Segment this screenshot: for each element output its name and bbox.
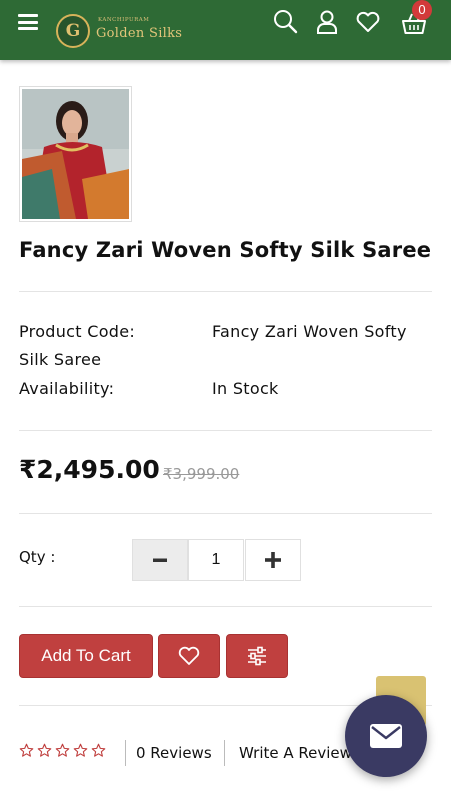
divider <box>19 291 432 292</box>
write-review-link[interactable]: Write A Review <box>239 744 352 762</box>
star-empty-icon <box>19 743 34 757</box>
divider <box>19 430 432 431</box>
qty-input[interactable] <box>188 539 244 581</box>
qty-decrease-button[interactable] <box>132 539 188 581</box>
heart-icon <box>178 646 200 665</box>
logo-name: Golden Silks <box>96 26 183 41</box>
sliders-icon <box>248 646 266 666</box>
product-thumbnail[interactable] <box>19 86 132 222</box>
plus-icon <box>265 552 281 568</box>
star-empty-icon <box>37 743 52 757</box>
mail-icon <box>370 724 402 748</box>
divider <box>125 740 126 766</box>
logo-mark: G <box>56 14 90 48</box>
qty-label: Qty : <box>19 548 56 566</box>
top-header: G KANCHIPURAM Golden Silks 0 <box>0 0 451 60</box>
heart-icon[interactable] <box>354 8 382 36</box>
divider <box>224 740 225 766</box>
rating-stars <box>19 743 106 758</box>
availability-value: In Stock <box>212 379 279 398</box>
current-price: ₹2,495.00 <box>19 455 160 484</box>
product-image <box>22 89 129 219</box>
minus-icon <box>153 558 167 562</box>
menu-icon[interactable] <box>18 14 38 30</box>
logo-subtitle: KANCHIPURAM <box>98 17 150 23</box>
star-empty-icon <box>55 743 70 757</box>
product-code-value: Fancy Zari Woven Softy <box>212 322 407 341</box>
search-icon[interactable] <box>272 8 300 36</box>
reviews-count-link[interactable]: 0 Reviews <box>136 744 212 762</box>
add-to-wishlist-button[interactable] <box>158 634 220 678</box>
product-title: Fancy Zari Woven Softy Silk Saree <box>19 238 432 262</box>
cart-count-badge: 0 <box>412 0 432 20</box>
brand-logo[interactable]: G KANCHIPURAM Golden Silks <box>56 12 196 50</box>
user-icon[interactable] <box>313 8 341 36</box>
old-price: ₹3,999.00 <box>163 465 240 483</box>
availability-label: Availability: <box>19 379 115 398</box>
qty-increase-button[interactable] <box>245 539 301 581</box>
compare-button[interactable] <box>226 634 288 678</box>
divider <box>19 606 432 607</box>
divider <box>19 513 432 514</box>
star-empty-icon <box>73 743 88 757</box>
add-to-cart-button[interactable]: Add To Cart <box>19 634 153 678</box>
product-code-value-cont: Silk Saree <box>19 350 102 369</box>
star-empty-icon <box>91 743 106 757</box>
product-code-label: Product Code: <box>19 322 136 341</box>
contact-mail-button[interactable] <box>345 695 427 777</box>
